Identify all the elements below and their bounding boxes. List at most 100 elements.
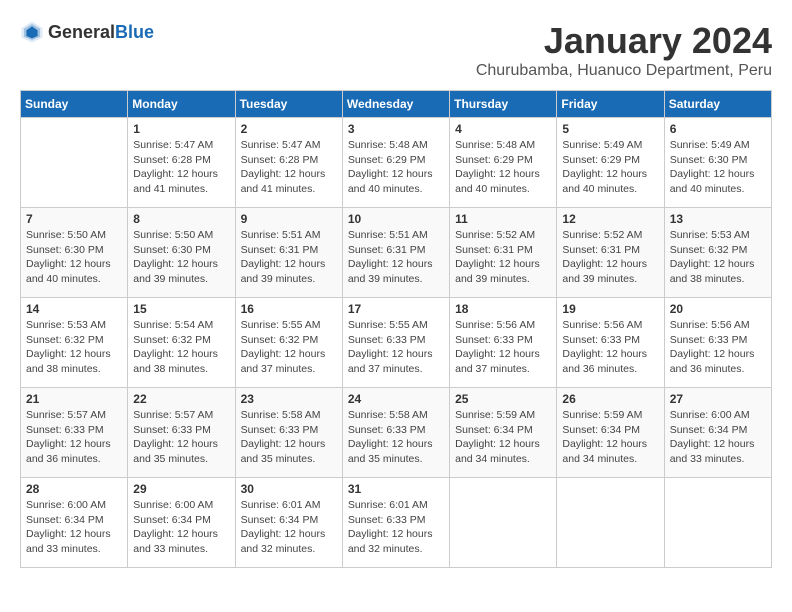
cell-daylight-info: Sunrise: 6:00 AM Sunset: 6:34 PM Dayligh… xyxy=(26,498,122,557)
cell-daylight-info: Sunrise: 5:47 AM Sunset: 6:28 PM Dayligh… xyxy=(241,138,337,197)
calendar-cell: 17 Sunrise: 5:55 AM Sunset: 6:33 PM Dayli… xyxy=(342,298,449,388)
day-number: 27 xyxy=(670,392,766,406)
cell-daylight-info: Sunrise: 6:00 AM Sunset: 6:34 PM Dayligh… xyxy=(670,408,766,467)
weekday-header-thursday: Thursday xyxy=(450,91,557,118)
day-number: 13 xyxy=(670,212,766,226)
calendar-cell: 22 Sunrise: 5:57 AM Sunset: 6:33 PM Dayli… xyxy=(128,388,235,478)
cell-daylight-info: Sunrise: 5:49 AM Sunset: 6:29 PM Dayligh… xyxy=(562,138,658,197)
day-number: 6 xyxy=(670,122,766,136)
cell-daylight-info: Sunrise: 5:48 AM Sunset: 6:29 PM Dayligh… xyxy=(348,138,444,197)
calendar-cell: 15Sunrise: 5:54 AM Sunset: 6:32 PM Dayli… xyxy=(128,298,235,388)
cell-daylight-info: Sunrise: 5:49 AM Sunset: 6:30 PM Dayligh… xyxy=(670,138,766,197)
cell-daylight-info: Sunrise: 5:55 AM Sunset: 6:32 PM Dayligh… xyxy=(241,318,337,377)
calendar-cell: 19 Sunrise: 5:56 AM Sunset: 6:33 PM Dayli… xyxy=(557,298,664,388)
weekday-header-monday: Monday xyxy=(128,91,235,118)
cell-daylight-info: Sunrise: 5:47 AM Sunset: 6:28 PM Dayligh… xyxy=(133,138,229,197)
day-number: 14 xyxy=(26,302,122,316)
calendar-cell: 25 Sunrise: 5:59 AM Sunset: 6:34 PM Dayli… xyxy=(450,388,557,478)
calendar-cell: 10 Sunrise: 5:51 AM Sunset: 6:31 PM Dayli… xyxy=(342,208,449,298)
logo: General Blue xyxy=(20,20,154,44)
day-number: 4 xyxy=(455,122,551,136)
calendar-cell: 24 Sunrise: 5:58 AM Sunset: 6:33 PM Dayli… xyxy=(342,388,449,478)
calendar-cell: 30 Sunrise: 6:01 AM Sunset: 6:34 PM Dayli… xyxy=(235,478,342,568)
page-header: General Blue January 2024 Churubamba, Hu… xyxy=(20,20,772,80)
calendar-week-row: 14 Sunrise: 5:53 AM Sunset: 6:32 PM Dayli… xyxy=(21,298,772,388)
cell-daylight-info: Sunrise: 6:01 AM Sunset: 6:34 PM Dayligh… xyxy=(241,498,337,557)
cell-daylight-info: Sunrise: 5:53 AM Sunset: 6:32 PM Dayligh… xyxy=(26,318,122,377)
calendar-cell: 23Sunrise: 5:58 AM Sunset: 6:33 PM Dayli… xyxy=(235,388,342,478)
day-number: 25 xyxy=(455,392,551,406)
day-number: 16 xyxy=(241,302,337,316)
logo-icon xyxy=(20,20,44,44)
day-number: 22 xyxy=(133,392,229,406)
day-number: 8 xyxy=(133,212,229,226)
cell-daylight-info: Sunrise: 5:48 AM Sunset: 6:29 PM Dayligh… xyxy=(455,138,551,197)
calendar-week-row: 7 Sunrise: 5:50 AM Sunset: 6:30 PM Daylig… xyxy=(21,208,772,298)
day-number: 31 xyxy=(348,482,444,496)
weekday-header-tuesday: Tuesday xyxy=(235,91,342,118)
calendar-cell: 2 Sunrise: 5:47 AM Sunset: 6:28 PM Daylig… xyxy=(235,118,342,208)
calendar-cell xyxy=(450,478,557,568)
day-number: 18 xyxy=(455,302,551,316)
calendar-cell: 9 Sunrise: 5:51 AM Sunset: 6:31 PM Daylig… xyxy=(235,208,342,298)
weekday-header-sunday: Sunday xyxy=(21,91,128,118)
calendar-table: SundayMondayTuesdayWednesdayThursdayFrid… xyxy=(20,90,772,568)
cell-daylight-info: Sunrise: 5:54 AM Sunset: 6:32 PM Dayligh… xyxy=(133,318,229,377)
day-number: 19 xyxy=(562,302,658,316)
day-number: 10 xyxy=(348,212,444,226)
cell-daylight-info: Sunrise: 5:55 AM Sunset: 6:33 PM Dayligh… xyxy=(348,318,444,377)
cell-daylight-info: Sunrise: 5:59 AM Sunset: 6:34 PM Dayligh… xyxy=(455,408,551,467)
calendar-cell: 16 Sunrise: 5:55 AM Sunset: 6:32 PM Dayli… xyxy=(235,298,342,388)
calendar-cell: 6 Sunrise: 5:49 AM Sunset: 6:30 PM Daylig… xyxy=(664,118,771,208)
calendar-cell: 28Sunrise: 6:00 AM Sunset: 6:34 PM Dayli… xyxy=(21,478,128,568)
calendar-cell: 27 Sunrise: 6:00 AM Sunset: 6:34 PM Dayli… xyxy=(664,388,771,478)
cell-daylight-info: Sunrise: 5:58 AM Sunset: 6:33 PM Dayligh… xyxy=(241,408,337,467)
cell-daylight-info: Sunrise: 5:56 AM Sunset: 6:33 PM Dayligh… xyxy=(562,318,658,377)
day-number: 2 xyxy=(241,122,337,136)
cell-daylight-info: Sunrise: 6:01 AM Sunset: 6:33 PM Dayligh… xyxy=(348,498,444,557)
weekday-header-friday: Friday xyxy=(557,91,664,118)
day-number: 24 xyxy=(348,392,444,406)
calendar-cell: 18 Sunrise: 5:56 AM Sunset: 6:33 PM Dayli… xyxy=(450,298,557,388)
calendar-cell: 7 Sunrise: 5:50 AM Sunset: 6:30 PM Daylig… xyxy=(21,208,128,298)
day-number: 9 xyxy=(241,212,337,226)
calendar-cell: 21 Sunrise: 5:57 AM Sunset: 6:33 PM Dayli… xyxy=(21,388,128,478)
logo-text-blue: Blue xyxy=(115,22,154,43)
cell-daylight-info: Sunrise: 5:57 AM Sunset: 6:33 PM Dayligh… xyxy=(133,408,229,467)
day-number: 29 xyxy=(133,482,229,496)
day-number: 30 xyxy=(241,482,337,496)
cell-daylight-info: Sunrise: 5:57 AM Sunset: 6:33 PM Dayligh… xyxy=(26,408,122,467)
calendar-cell: 31 Sunrise: 6:01 AM Sunset: 6:33 PM Dayli… xyxy=(342,478,449,568)
weekday-header-wednesday: Wednesday xyxy=(342,91,449,118)
cell-daylight-info: Sunrise: 5:59 AM Sunset: 6:34 PM Dayligh… xyxy=(562,408,658,467)
calendar-cell: 12Sunrise: 5:52 AM Sunset: 6:31 PM Dayli… xyxy=(557,208,664,298)
calendar-cell: 29Sunrise: 6:00 AM Sunset: 6:34 PM Dayli… xyxy=(128,478,235,568)
day-number: 3 xyxy=(348,122,444,136)
cell-daylight-info: Sunrise: 5:52 AM Sunset: 6:31 PM Dayligh… xyxy=(455,228,551,287)
calendar-week-row: 1Sunrise: 5:47 AM Sunset: 6:28 PM Daylig… xyxy=(21,118,772,208)
cell-daylight-info: Sunrise: 5:50 AM Sunset: 6:30 PM Dayligh… xyxy=(26,228,122,287)
calendar-week-row: 28Sunrise: 6:00 AM Sunset: 6:34 PM Dayli… xyxy=(21,478,772,568)
day-number: 5 xyxy=(562,122,658,136)
cell-daylight-info: Sunrise: 5:56 AM Sunset: 6:33 PM Dayligh… xyxy=(670,318,766,377)
day-number: 7 xyxy=(26,212,122,226)
cell-daylight-info: Sunrise: 5:52 AM Sunset: 6:31 PM Dayligh… xyxy=(562,228,658,287)
day-number: 21 xyxy=(26,392,122,406)
cell-daylight-info: Sunrise: 5:58 AM Sunset: 6:33 PM Dayligh… xyxy=(348,408,444,467)
calendar-cell: 26Sunrise: 5:59 AM Sunset: 6:34 PM Dayli… xyxy=(557,388,664,478)
logo-text-general: General xyxy=(48,22,115,43)
calendar-cell: 14 Sunrise: 5:53 AM Sunset: 6:32 PM Dayli… xyxy=(21,298,128,388)
month-title: January 2024 xyxy=(476,20,772,62)
weekday-header-saturday: Saturday xyxy=(664,91,771,118)
calendar-cell: 8Sunrise: 5:50 AM Sunset: 6:30 PM Daylig… xyxy=(128,208,235,298)
cell-daylight-info: Sunrise: 5:51 AM Sunset: 6:31 PM Dayligh… xyxy=(348,228,444,287)
day-number: 17 xyxy=(348,302,444,316)
calendar-cell: 4 Sunrise: 5:48 AM Sunset: 6:29 PM Daylig… xyxy=(450,118,557,208)
title-section: January 2024 Churubamba, Huanuco Departm… xyxy=(476,20,772,80)
calendar-week-row: 21 Sunrise: 5:57 AM Sunset: 6:33 PM Dayli… xyxy=(21,388,772,478)
calendar-cell: 3 Sunrise: 5:48 AM Sunset: 6:29 PM Daylig… xyxy=(342,118,449,208)
cell-daylight-info: Sunrise: 5:51 AM Sunset: 6:31 PM Dayligh… xyxy=(241,228,337,287)
calendar-cell: 11Sunrise: 5:52 AM Sunset: 6:31 PM Dayli… xyxy=(450,208,557,298)
cell-daylight-info: Sunrise: 5:56 AM Sunset: 6:33 PM Dayligh… xyxy=(455,318,551,377)
calendar-cell xyxy=(21,118,128,208)
